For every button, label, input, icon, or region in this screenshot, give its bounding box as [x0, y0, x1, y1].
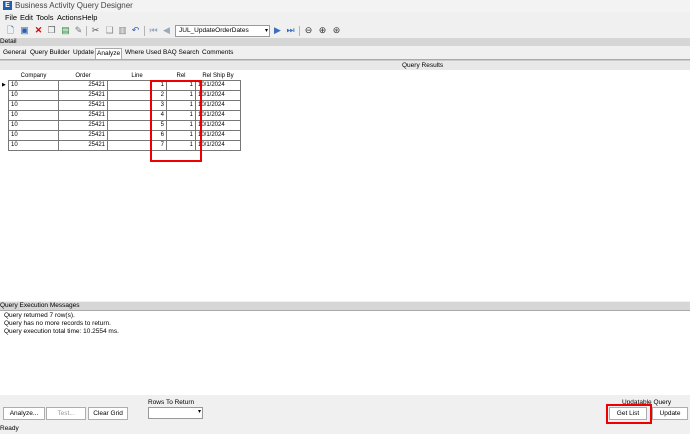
cell-company[interactable]: 10	[8, 120, 59, 131]
cell-rel-ship-by[interactable]: 10/1/2024	[195, 80, 241, 91]
messages-header: Query Execution Messages	[0, 302, 690, 310]
cell-order[interactable]: 25421	[58, 90, 108, 101]
ship-by-highlight	[150, 80, 202, 162]
cell-order[interactable]: 25421	[58, 130, 108, 141]
cell-company[interactable]: 10	[8, 100, 59, 111]
cell-company[interactable]: 10	[8, 130, 59, 141]
table-row[interactable]: 10 25421 4 1 10/1/2024	[2, 110, 241, 121]
toolbar: 🗋 ▣ ✕ ❐ ▤ ✎ ✂ ❏ ▥ ↶ ⏮ ◀ ▶ ⏭ ⊖ ⊕ ⊛	[0, 24, 690, 39]
detail-header: Detail	[0, 38, 690, 46]
cell-rel-ship-by[interactable]: 10/1/2024	[195, 100, 241, 111]
paste-icon[interactable]: ▥	[117, 25, 128, 36]
cell-company[interactable]: 10	[8, 140, 59, 151]
chevron-down-icon: ▾	[197, 409, 201, 415]
cell-order[interactable]: 25421	[58, 110, 108, 121]
results-header	[0, 61, 690, 70]
undo-icon[interactable]: ↶	[130, 25, 141, 36]
col-order[interactable]: Order	[58, 72, 108, 81]
cell-rel-ship-by[interactable]: 10/1/2024	[195, 130, 241, 141]
first-icon[interactable]: ⏮	[148, 25, 159, 36]
cell-rel-ship-by[interactable]: 10/1/2024	[195, 90, 241, 101]
tab-strip: General Query Builder Update Analyze Whe…	[0, 47, 690, 60]
clear-grid-button[interactable]: Clear Grid	[88, 407, 128, 420]
table-row[interactable]: 10 25421 2 1 10/1/2024	[2, 90, 241, 101]
menu-tools[interactable]: Tools	[36, 13, 54, 22]
copy2-icon[interactable]: ❏	[104, 25, 115, 36]
table-row[interactable]: 10 25421 6 1 10/1/2024	[2, 130, 241, 141]
cell-company[interactable]: 10	[8, 110, 59, 121]
message-line: Query returned 7 row(s).	[4, 312, 75, 319]
status-bar: Ready	[0, 425, 19, 432]
tab-update[interactable]: Update	[72, 48, 95, 58]
new-icon[interactable]: 🗋	[5, 25, 16, 36]
app-icon: E	[3, 1, 12, 10]
tab-query-builder[interactable]: Query Builder	[29, 48, 71, 58]
cell-order[interactable]: 25421	[58, 100, 108, 111]
refresh-icon[interactable]: ⊛	[331, 25, 342, 36]
cell-rel-ship-by[interactable]: 10/1/2024	[195, 120, 241, 131]
menu-help[interactable]: Help	[82, 13, 97, 22]
get-list-highlight	[606, 404, 652, 424]
copy-icon[interactable]: ❐	[46, 25, 57, 36]
menu-edit[interactable]: Edit	[20, 13, 33, 22]
last-icon[interactable]: ⏭	[285, 25, 296, 36]
menu-bar: File Edit Tools Actions Help	[0, 13, 690, 24]
tab-where-used[interactable]: Where Used	[124, 48, 162, 58]
query-select[interactable]: JUL_UpdateOrderDates ▾	[175, 25, 270, 37]
prev-icon[interactable]: ◀	[161, 25, 172, 36]
cell-order[interactable]: 25421	[58, 140, 108, 151]
tab-baq-search[interactable]: BAQ Search	[162, 48, 200, 58]
table-row[interactable]: 10 25421 7 1 10/1/2024	[2, 140, 241, 151]
cell-order[interactable]: 25421	[58, 120, 108, 131]
table-row[interactable]: 10 25421 5 1 10/1/2024	[2, 120, 241, 131]
update-button[interactable]: Update	[652, 407, 688, 420]
message-line: Query execution total time: 10.2554 ms.	[4, 328, 119, 335]
grid-header-row: Company Order Line Rel Rel Ship By	[2, 72, 241, 81]
test-button[interactable]: Test...	[46, 407, 86, 420]
cell-order[interactable]: 25421	[58, 80, 108, 91]
cell-rel-ship-by[interactable]: 10/1/2024	[195, 140, 241, 151]
menu-file[interactable]: File	[5, 13, 17, 22]
table-row[interactable]: 10 25421 3 1 10/1/2024	[2, 100, 241, 111]
export-icon[interactable]: ▤	[60, 25, 71, 36]
window-title: Business Activity Query Designer	[15, 1, 133, 10]
table-row[interactable]: ▶ 10 25421 1 1 10/1/2024	[2, 80, 241, 91]
cell-rel-ship-by[interactable]: 10/1/2024	[195, 110, 241, 121]
results-title: Query Results	[402, 62, 444, 69]
back-icon[interactable]: ⊖	[303, 25, 314, 36]
cell-company[interactable]: 10	[8, 80, 59, 91]
delete-icon[interactable]: ✕	[33, 25, 44, 36]
tab-general[interactable]: General	[2, 48, 27, 58]
menu-actions[interactable]: Actions	[57, 13, 82, 22]
query-select-value: JUL_UpdateOrderDates	[179, 27, 249, 34]
analyze-button[interactable]: Analyze...	[3, 407, 45, 420]
forward-icon[interactable]: ⊕	[317, 25, 328, 36]
rows-to-return-label: Rows To Return	[148, 399, 195, 406]
tab-comments[interactable]: Comments	[201, 48, 234, 58]
cut-icon[interactable]: ✂	[90, 25, 101, 36]
results-grid[interactable]: Company Order Line Rel Rel Ship By ▶ 10 25…	[2, 72, 241, 151]
message-line: Query has no more records to return.	[4, 320, 111, 327]
col-company[interactable]: Company	[8, 72, 59, 81]
tab-analyze[interactable]: Analyze	[95, 48, 123, 59]
cell-company[interactable]: 10	[8, 90, 59, 101]
messages-panel: Query returned 7 row(s). Query has no mo…	[0, 310, 690, 395]
save-icon[interactable]: ▣	[19, 25, 30, 36]
rows-to-return-select[interactable]: ▾	[148, 407, 203, 419]
col-rel-ship-by[interactable]: Rel Ship By	[195, 72, 241, 81]
clear-icon[interactable]: ✎	[73, 25, 84, 36]
next-icon[interactable]: ▶	[272, 25, 283, 36]
chevron-down-icon: ▾	[264, 28, 268, 34]
